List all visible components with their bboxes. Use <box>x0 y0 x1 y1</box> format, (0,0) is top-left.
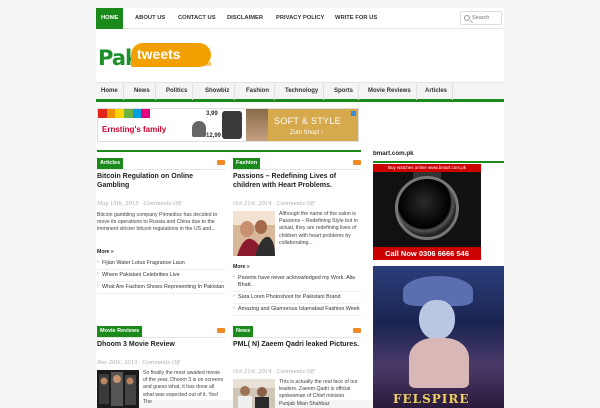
ad-model-image <box>246 109 268 141</box>
ad-headline-panel: SOFT & STYLE Zum Shop! › <box>268 109 358 141</box>
brand-stripe <box>115 109 125 118</box>
menu-sports[interactable]: Sports <box>329 83 360 100</box>
ad-headline: SOFT & STYLE <box>274 116 341 126</box>
ad-price-2: 12,99 <box>206 133 222 139</box>
thumbnail-image <box>97 370 139 408</box>
post-thumbnail[interactable] <box>97 370 139 408</box>
game-ad[interactable]: FELSPIRE <box>373 266 504 408</box>
top-navigation: HOME ABOUT US CONTACT US DISCLAIMER PRIV… <box>96 8 504 29</box>
category-label[interactable]: Articles <box>97 158 124 169</box>
rss-icon[interactable] <box>217 160 225 165</box>
category-block-articles: Articles Bitcoin Regulation on Online Ga… <box>97 158 225 306</box>
brand-stripe <box>98 109 107 118</box>
watch-ad-topline: Buy watches online www.bmart.com.pk <box>373 164 481 172</box>
post-title[interactable]: PML( N) Zaeem Qadri leaked Pictures. <box>233 341 361 350</box>
sidebar-widget-title: bmart.com.pk <box>373 150 414 157</box>
adchoices-icon[interactable] <box>351 111 356 116</box>
menu-movie-reviews[interactable]: Movie Reviews <box>363 83 417 100</box>
category-label[interactable]: Fashion <box>233 158 261 169</box>
rss-icon[interactable] <box>353 328 361 333</box>
thumbnail-image <box>233 379 275 408</box>
ad-cta[interactable]: Zum Shop! › <box>290 130 323 136</box>
banner-ad[interactable]: Ernsting's family 3,99 12,99 SOFT & STYL… <box>97 108 359 142</box>
topnav-home[interactable]: HOME <box>96 8 124 29</box>
post-meta: Oct 21st, 2014 · Comments Off <box>233 369 315 375</box>
watch-ad-call: Call Now 0306 6666 546 <box>373 247 481 260</box>
logo-com: .COM <box>198 62 212 68</box>
brand-stripe <box>124 109 133 118</box>
game-ad-logo: FELSPIRE <box>393 392 470 406</box>
block-rule <box>97 169 225 170</box>
search-box[interactable] <box>460 11 502 25</box>
menu-showbiz[interactable]: Showbiz <box>200 83 236 100</box>
search-input[interactable] <box>472 13 501 23</box>
ad-price-1: 3,99 <box>206 111 218 117</box>
category-block-fashion: Fashion Passions – Redefining Lives of c… <box>233 158 361 320</box>
sidebar-rule <box>373 161 504 163</box>
brand-stripe <box>141 109 151 118</box>
topnav-contact-us[interactable]: CONTACT US <box>173 8 221 29</box>
ad-brand: Ernsting's family <box>102 125 167 134</box>
menu-politics[interactable]: Politics <box>161 83 194 100</box>
post-meta: May 15th, 2015 · Comments Off <box>97 201 182 207</box>
block-rule <box>233 337 361 338</box>
main-menu: Home News Politics Showbiz Fashion Techn… <box>96 82 504 102</box>
rss-icon[interactable] <box>217 328 225 333</box>
post-excerpt: This is actually the real face of our le… <box>279 379 358 407</box>
post-title[interactable]: Passions – Redefining Lives of children … <box>233 173 361 190</box>
topnav-disclaimer[interactable]: DISCLAIMER <box>222 8 268 29</box>
brand-stripe <box>106 109 116 118</box>
menu-home[interactable]: Home <box>96 83 124 100</box>
search-icon <box>464 15 470 21</box>
category-label[interactable]: Movie Reviews <box>97 326 143 337</box>
game-ad-character-body <box>409 338 469 388</box>
topnav-privacy-policy[interactable]: PRIVACY POLICY <box>271 8 329 29</box>
related-item[interactable]: Sara Loren Photoshoot for Pakistani Bran… <box>233 292 361 304</box>
post-title[interactable]: Dhoom 3 Movie Review <box>97 341 225 350</box>
post-excerpt: So finally the most awaited movie of the… <box>143 370 224 405</box>
brand-stripes <box>98 109 151 118</box>
topnav-about-us[interactable]: ABOUT US <box>130 8 170 29</box>
brand-stripe <box>132 109 142 118</box>
ad-product-shirt <box>222 111 242 139</box>
post-meta: Dec 20th, 2013 · Comments Off <box>97 360 180 366</box>
topnav-write-for-us[interactable]: WRITE FOR US <box>330 8 382 29</box>
thumbnail-image <box>233 211 275 256</box>
more-link[interactable]: More » <box>97 249 114 255</box>
menu-articles[interactable]: Articles <box>420 83 454 100</box>
rss-icon[interactable] <box>353 160 361 165</box>
post-thumbnail[interactable] <box>233 379 275 408</box>
related-item[interactable]: Parents have never acknowledged my Work.… <box>233 273 361 292</box>
block-rule <box>233 169 361 170</box>
related-list: Fijian Water Lotus Fragrance Laun Where … <box>97 258 225 294</box>
related-item[interactable]: Where Pakistani Celebrities Live <box>97 270 225 282</box>
related-list: Parents have never acknowledged my Work.… <box>233 273 361 316</box>
related-item[interactable]: What Are Fashion Shows Representing In P… <box>97 282 225 294</box>
menu-news[interactable]: News <box>129 83 156 100</box>
page: HOME ABOUT US CONTACT US DISCLAIMER PRIV… <box>96 8 504 408</box>
menu-fashion[interactable]: Fashion <box>241 83 276 100</box>
post-excerpt: Bitcoin gambling company Primedice has d… <box>97 212 218 233</box>
more-link[interactable]: More » <box>233 264 250 270</box>
block-rule <box>97 337 225 338</box>
post-meta: Oct 21st, 2014 · Comments Off <box>233 201 315 207</box>
related-item[interactable]: Amazing and Glamorous Islamabad Fashion … <box>233 304 361 316</box>
post-thumbnail[interactable] <box>233 211 275 256</box>
related-item[interactable]: Fijian Water Lotus Fragrance Laun <box>97 258 225 270</box>
post-title[interactable]: Bitcoin Regulation on Online Gambling <box>97 173 225 190</box>
category-block-movie-reviews: Movie Reviews Dhoom 3 Movie Review Dec 2… <box>97 326 225 408</box>
ad-product-hat <box>192 121 206 137</box>
category-block-news: News PML( N) Zaeem Qadri leaked Pictures… <box>233 326 361 408</box>
category-label[interactable]: News <box>233 326 254 337</box>
game-ad-character <box>419 300 455 340</box>
content-divider <box>97 150 361 152</box>
menu-technology[interactable]: Technology <box>280 83 325 100</box>
post-excerpt: Although the name of the salon is Passio… <box>279 211 358 246</box>
watch-image <box>395 176 459 240</box>
watch-ad[interactable]: Buy watches online www.bmart.com.pk Call… <box>373 164 481 260</box>
